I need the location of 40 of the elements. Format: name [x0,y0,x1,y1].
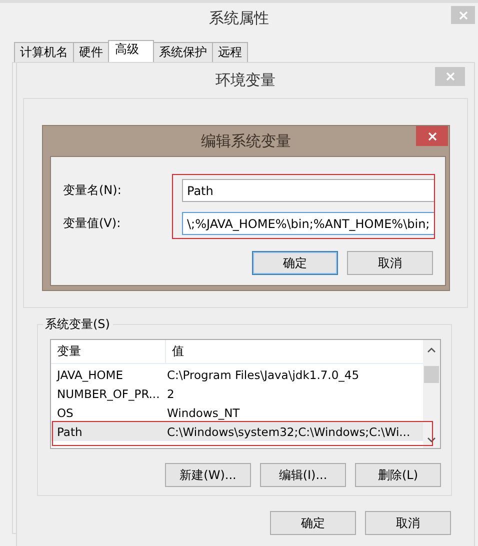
button[interactable]: 确定 [252,251,338,275]
table-row[interactable]: Path C:\Windows\system32;C:\Windows;C:\Wi... [51,422,423,441]
close-button[interactable] [416,126,448,146]
field-label: 变量值(V): [63,215,122,232]
button[interactable]: 取消 [347,251,433,275]
button[interactable]: 编辑(I)... [260,463,346,487]
table-cell-text: Path [56,424,84,438]
table-cell-text: NUMBER_OF_PR... [56,386,161,400]
tab[interactable]: 高级 [108,40,154,62]
table-cell-text: JAVA_HOME [55,368,124,382]
table-row[interactable]: JAVA_HOME C:\Program Files\Java\jdk1.7.0_45 [51,365,423,384]
window-title: 环境变量 [216,71,276,90]
tab[interactable]: 系统保护 [153,42,213,62]
dialog-title: 编辑系统变量 [201,132,291,150]
group-label: 系统变量(S) [44,316,111,333]
table-row[interactable]: OS Windows_NT [51,403,423,422]
table-row[interactable]: NUMBER_OF_PR... 2 [51,384,423,403]
tab[interactable]: 远程 [212,42,248,62]
field-label: 变量名(N): [63,182,122,199]
input-field[interactable]: \;%JAVA_HOME%\bin;%ANT_HOME%\bin; [182,212,435,235]
scrollbar[interactable] [423,340,440,448]
tab[interactable]: 计算机名 [14,42,74,62]
column-header[interactable]: 变量 [51,340,166,363]
button[interactable]: 新建(W)... [165,463,251,487]
close-icon [458,10,468,20]
input-field[interactable]: Path [182,179,435,202]
button[interactable]: 删除(L) [355,463,441,487]
window-title: 系统属性 [209,8,269,28]
scroll-thumb[interactable] [424,366,439,383]
close-icon [428,132,436,140]
button[interactable]: 确定 [270,511,356,535]
column-header[interactable]: 值 [166,340,423,363]
table-cell-text: Windows_NT [166,406,241,420]
table-cell-text: C:\Program Files\Java\jdk1.7.0_45 [166,368,360,382]
table-cell-text: 2 [166,386,176,400]
button[interactable]: 取消 [365,511,451,535]
close-icon [446,72,454,81]
tab[interactable]: 硬件 [73,42,109,62]
table-cell-text: OS [56,406,74,420]
table-cell-text: C:\Windows\system32;C:\Windows;C:\Wi... [166,424,412,438]
